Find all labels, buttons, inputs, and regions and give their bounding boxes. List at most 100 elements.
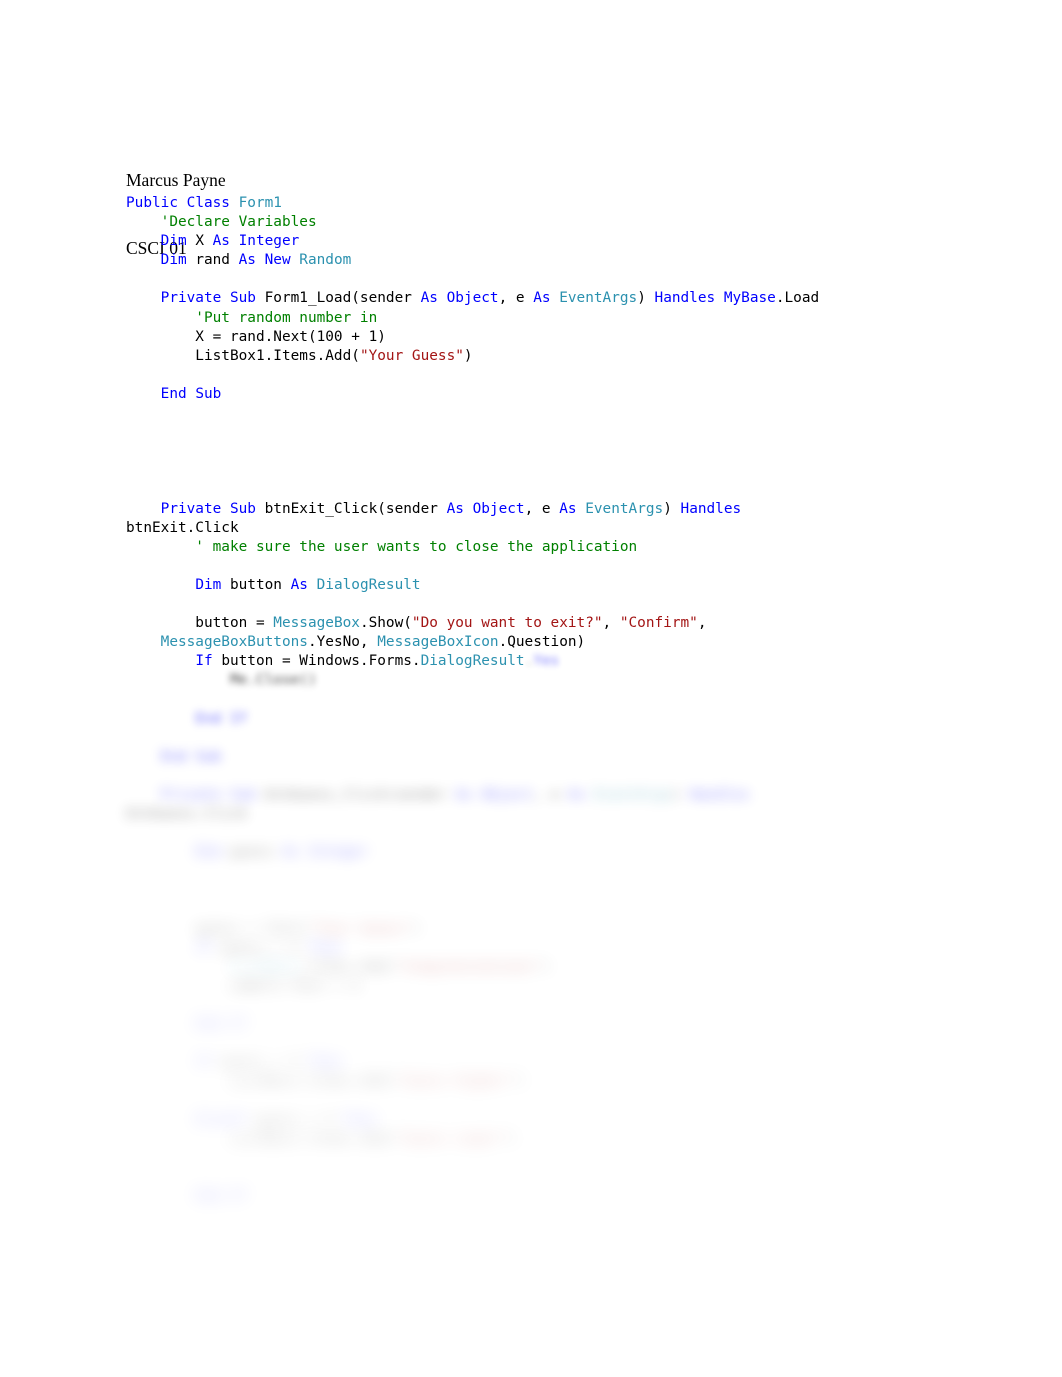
code-token: ElseIf: [195, 1111, 256, 1128]
code-token: Handles: [654, 290, 724, 307]
code-line: Dim X As Integer: [126, 232, 1006, 251]
code-token: Form1_Load(sender: [264, 290, 421, 307]
code-token: "Your Guess": [307, 920, 412, 937]
code-token: Sub: [229, 500, 265, 517]
code-token: guess = X: [221, 939, 308, 956]
code-token: btnExit.Click: [126, 519, 239, 536]
code-line: ListBox1.Items.Add("Guess Lower"): [126, 1130, 1006, 1149]
code-token: "Do you want to exit?": [411, 615, 603, 632]
code-token: ,: [697, 615, 707, 632]
code-line: ListBox1.Items.Add("Your Guess"): [126, 347, 1006, 366]
code-token: "Guess Lower": [394, 1130, 508, 1147]
code-token: Handles: [689, 786, 750, 803]
code-token: As: [533, 290, 560, 307]
code-token: guess = CInt(: [126, 920, 308, 937]
code-token: EventArgs: [585, 500, 664, 517]
code-token: ): [637, 290, 655, 307]
code-token: As: [290, 576, 317, 593]
code-token: button =: [126, 615, 274, 632]
code-token: ): [671, 786, 690, 803]
code-line: Dim guess As Integer: [126, 843, 1006, 862]
code-token: Dim: [195, 844, 230, 861]
code-line: ElseIf guess > X Then: [126, 1111, 1006, 1130]
code-token: Handles: [680, 500, 742, 517]
code-line: End If: [126, 710, 1006, 729]
code-token: As: [281, 844, 308, 861]
code-token: X: [195, 233, 213, 250]
code-token: btnExit_Click(sender: [264, 500, 447, 517]
code-token: ' make sure the user wants to close the …: [126, 538, 638, 555]
code-token: Yes: [533, 653, 560, 670]
code-token: EventArgs: [593, 786, 672, 803]
code-line: End Sub: [126, 385, 1006, 404]
code-token: End: [160, 385, 196, 402]
code-token: guess > X: [255, 1111, 343, 1128]
code-token: Integer: [238, 233, 300, 250]
code-token: As: [446, 500, 473, 517]
code-token: Sub: [229, 786, 265, 803]
code-token: As: [559, 500, 586, 517]
code-token: .Show(: [359, 615, 412, 632]
code-line: If guess = X Then: [126, 939, 1006, 958]
code-token: As: [455, 786, 482, 803]
code-token: EventArgs: [559, 290, 638, 307]
code-token: Dim: [160, 233, 196, 250]
document-page: Marcus Payne CSCI 01 Public Class Form1 …: [0, 0, 1062, 1377]
code-token: , e: [524, 500, 560, 517]
code-line: 'Declare Variables: [126, 213, 1006, 232]
code-token: MessageBoxButtons: [160, 634, 308, 651]
code-token: Object: [472, 500, 525, 517]
code-token: ,: [602, 615, 620, 632]
code-token: As: [238, 252, 265, 269]
code-token: If: [229, 1187, 248, 1204]
code-token: MyBase: [723, 290, 776, 307]
code-token: Integer: [307, 844, 369, 861]
code-token: MessageBoxIcon: [377, 634, 499, 651]
code-token: End: [195, 1016, 230, 1033]
code-token: btnGuess.Click: [126, 806, 248, 822]
code-token: .Load: [775, 290, 820, 307]
code-token: btnGuess_Click(sender: [264, 786, 456, 803]
code-token: If: [195, 939, 222, 956]
code-token: End: [195, 710, 230, 727]
code-line: ListBox1.Items.Add("Guess Higher"): [126, 1072, 1006, 1091]
code-token: Then: [342, 1111, 378, 1128]
code-token: If: [229, 710, 248, 727]
code-token: rand: [195, 252, 239, 269]
code-token: Private: [160, 290, 230, 307]
code-token: 'Declare Variables: [126, 214, 317, 231]
code-token: "Congratulations": [394, 958, 542, 975]
code-token: ): [663, 500, 681, 517]
code-token: If: [195, 1054, 222, 1071]
code-token: ListBox1: [229, 958, 300, 975]
code-line: Private Sub btnExit_Click(sender As Obje…: [126, 500, 1006, 519]
code-line: X = rand.Next(100 + 1): [126, 328, 1006, 347]
code-line: ' make sure the user wants to close the …: [126, 538, 1006, 557]
code-line: button = MessageBox.Show("Do you want to…: [126, 614, 1006, 633]
code-token: "Guess Higher": [394, 1073, 516, 1090]
code-line: If guess < X Then: [126, 1053, 1006, 1072]
code-token: Dim: [160, 252, 196, 269]
